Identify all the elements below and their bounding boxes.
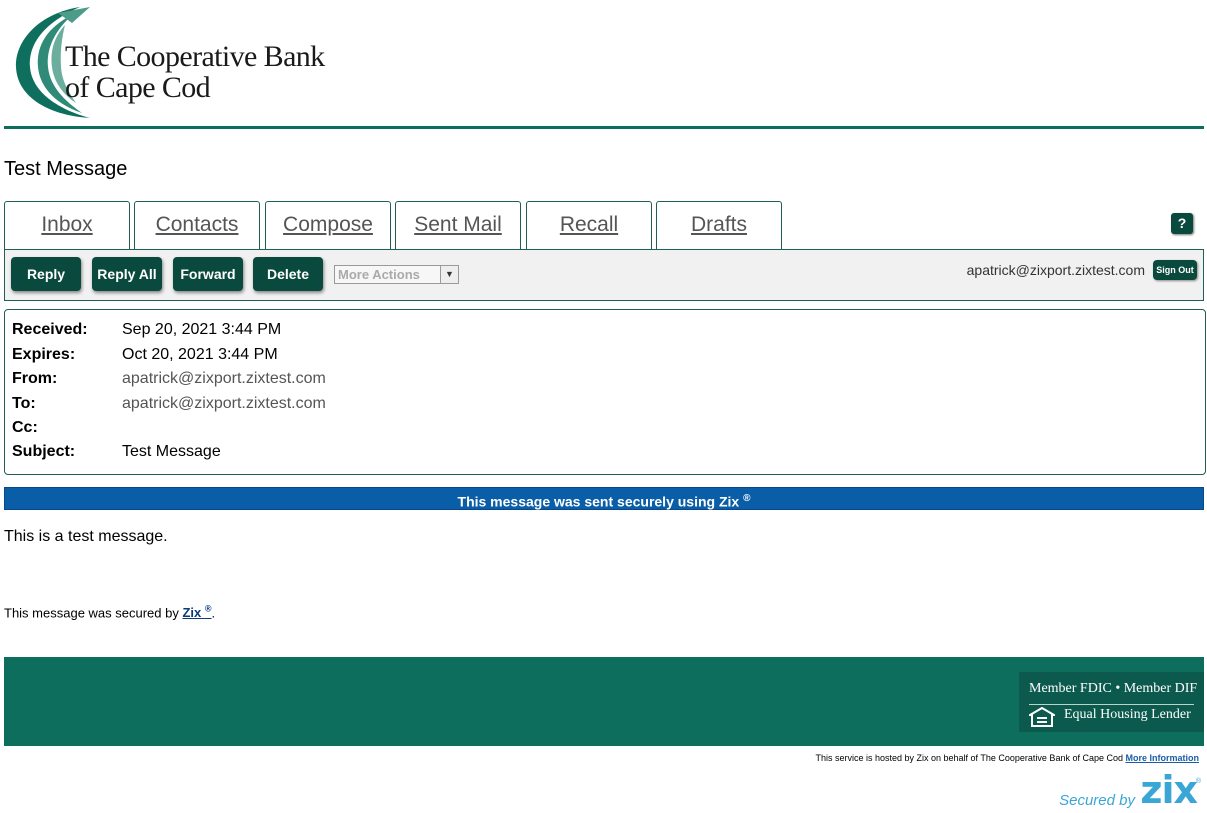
- forward-button[interactable]: Forward: [173, 257, 243, 291]
- zix-registered-mark: ®: [1195, 778, 1201, 785]
- bank-logo: The Cooperative Bank of Cape Cod: [10, 5, 355, 120]
- fdic-divider: [1029, 704, 1194, 705]
- secured-by-prefix: This message was secured by: [4, 605, 179, 621]
- from-value: apatrick@zixport.zixtest.com: [122, 370, 326, 387]
- page-title: Test Message: [4, 158, 128, 180]
- bank-name: The Cooperative Bank of Cape Cod: [65, 41, 325, 103]
- received-label: Received:: [12, 321, 88, 338]
- zix-logo: zix: [1140, 768, 1198, 812]
- more-information-link[interactable]: More Information: [1126, 753, 1200, 763]
- registered-mark: ®: [743, 493, 751, 504]
- tab-inbox[interactable]: Inbox: [4, 201, 130, 250]
- help-button[interactable]: ?: [1171, 213, 1193, 234]
- tab-recall[interactable]: Recall: [526, 201, 652, 250]
- subject-label: Subject:: [12, 443, 76, 460]
- to-label: To:: [12, 395, 36, 412]
- tab-sent-mail[interactable]: Sent Mail: [395, 201, 521, 250]
- secure-banner: This message was sent securely using Zix…: [4, 487, 1204, 510]
- equal-housing-icon: [1029, 707, 1055, 727]
- bank-name-line2: of Cape Cod: [65, 71, 211, 104]
- message-toolbar: Reply Reply All Forward Delete More Acti…: [4, 249, 1204, 301]
- bank-name-line1: The Cooperative Bank: [65, 40, 325, 73]
- reply-button[interactable]: Reply: [11, 257, 81, 291]
- to-value: apatrick@zixport.zixtest.com: [122, 395, 326, 412]
- header-divider: [4, 126, 1204, 129]
- cc-label: Cc:: [12, 419, 38, 436]
- delete-button[interactable]: Delete: [253, 257, 323, 291]
- fdic-badge: Member FDIC • Member DIF Equal Housing L…: [1019, 672, 1204, 732]
- hosted-text: This service is hosted by Zix on behalf …: [815, 753, 1123, 763]
- secured-by-suffix: .: [211, 605, 216, 621]
- hosted-note: This service is hosted by Zix on behalf …: [815, 753, 1199, 763]
- chevron-down-icon: ▼: [440, 266, 458, 283]
- secure-banner-text: This message was sent securely using Zix: [457, 493, 740, 510]
- subject-value: Test Message: [122, 443, 221, 460]
- received-value: Sep 20, 2021 3:44 PM: [122, 321, 282, 338]
- secured-by-label: Secured by: [1059, 792, 1135, 809]
- secured-by-zix-logo: Secured by zix ®: [1041, 768, 1201, 812]
- reply-all-button[interactable]: Reply All: [92, 257, 162, 291]
- zix-link[interactable]: Zix ®: [182, 604, 211, 620]
- tab-drafts[interactable]: Drafts: [656, 201, 782, 250]
- message-body: This is a test message.: [4, 528, 168, 545]
- message-headers: Received: Sep 20, 2021 3:44 PM Expires: …: [4, 309, 1206, 475]
- more-actions-label: More Actions: [338, 267, 420, 282]
- tab-contacts[interactable]: Contacts: [134, 201, 260, 250]
- tab-compose[interactable]: Compose: [265, 201, 391, 250]
- from-label: From:: [12, 370, 58, 387]
- footer-bar: Member FDIC • Member DIF Equal Housing L…: [4, 657, 1204, 746]
- secured-by-note: This message was secured by Zix ®.: [4, 604, 215, 620]
- expires-value: Oct 20, 2021 3:44 PM: [122, 346, 278, 363]
- expires-label: Expires:: [12, 346, 76, 363]
- equal-housing-text: Equal Housing Lender: [1064, 707, 1191, 722]
- fdic-text: Member FDIC • Member DIF: [1029, 681, 1198, 696]
- sign-out-button[interactable]: Sign Out: [1153, 260, 1197, 280]
- more-actions-select[interactable]: More Actions ▼: [334, 265, 459, 284]
- user-email: apatrick@zixport.zixtest.com: [966, 262, 1145, 278]
